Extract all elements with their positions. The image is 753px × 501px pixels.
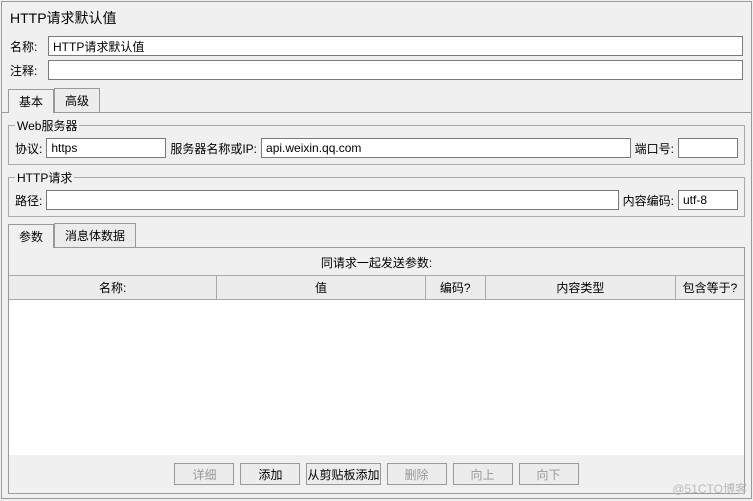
http-request-legend: HTTP请求 [15,169,74,186]
port-input[interactable] [678,138,738,158]
up-button[interactable]: 向上 [453,463,513,485]
col-encode[interactable]: 编码? [426,276,486,299]
comment-row: 注释: [2,58,751,82]
clipboard-add-button[interactable]: 从剪贴板添加 [306,463,380,485]
window: HTTP请求默认值 名称: 注释: 基本 高级 Web服务器 协议: 服务器名称… [1,1,752,499]
tab-content: Web服务器 协议: 服务器名称或IP: 端口号: HTTP请求 路径: 内容编… [2,113,751,498]
main-tabs: 基本 高级 [2,82,751,113]
tab-basic[interactable]: 基本 [8,89,54,113]
tab-advanced[interactable]: 高级 [54,88,100,112]
web-server-legend: Web服务器 [15,117,79,134]
down-button[interactable]: 向下 [519,463,579,485]
name-input[interactable] [48,36,743,56]
encoding-label: 内容编码: [623,192,674,209]
name-label: 名称: [10,38,44,55]
params-header: 名称: 值 编码? 内容类型 包含等于? [9,275,744,300]
encoding-input[interactable] [678,190,738,210]
port-label: 端口号: [635,140,674,157]
web-server-fieldset: Web服务器 协议: 服务器名称或IP: 端口号: [8,117,745,165]
inner-tabs: 参数 消息体数据 [8,223,745,248]
params-title: 同请求一起发送参数: [9,248,744,275]
http-request-fieldset: HTTP请求 路径: 内容编码: [8,169,745,217]
path-label: 路径: [15,192,42,209]
params-body[interactable] [9,300,744,455]
col-value[interactable]: 值 [217,276,425,299]
col-type[interactable]: 内容类型 [486,276,676,299]
path-input[interactable] [46,190,618,210]
watermark: @51CTO博客 [672,480,747,497]
protocol-label: 协议: [15,140,42,157]
params-area: 同请求一起发送参数: 名称: 值 编码? 内容类型 包含等于? 详细 添加 从剪… [8,248,745,494]
comment-input[interactable] [48,60,743,80]
col-equals[interactable]: 包含等于? [676,276,744,299]
window-title: HTTP请求默认值 [2,2,751,34]
name-row: 名称: [2,34,751,58]
comment-label: 注释: [10,62,44,79]
add-button[interactable]: 添加 [240,463,300,485]
detail-button[interactable]: 详细 [174,463,234,485]
tab-params[interactable]: 参数 [8,224,54,248]
params-buttons: 详细 添加 从剪贴板添加 删除 向上 向下 [9,455,744,493]
protocol-input[interactable] [46,138,166,158]
server-label: 服务器名称或IP: [170,140,257,157]
server-input[interactable] [261,138,631,158]
col-name[interactable]: 名称: [9,276,217,299]
delete-button[interactable]: 删除 [387,463,447,485]
tab-body[interactable]: 消息体数据 [54,223,136,247]
